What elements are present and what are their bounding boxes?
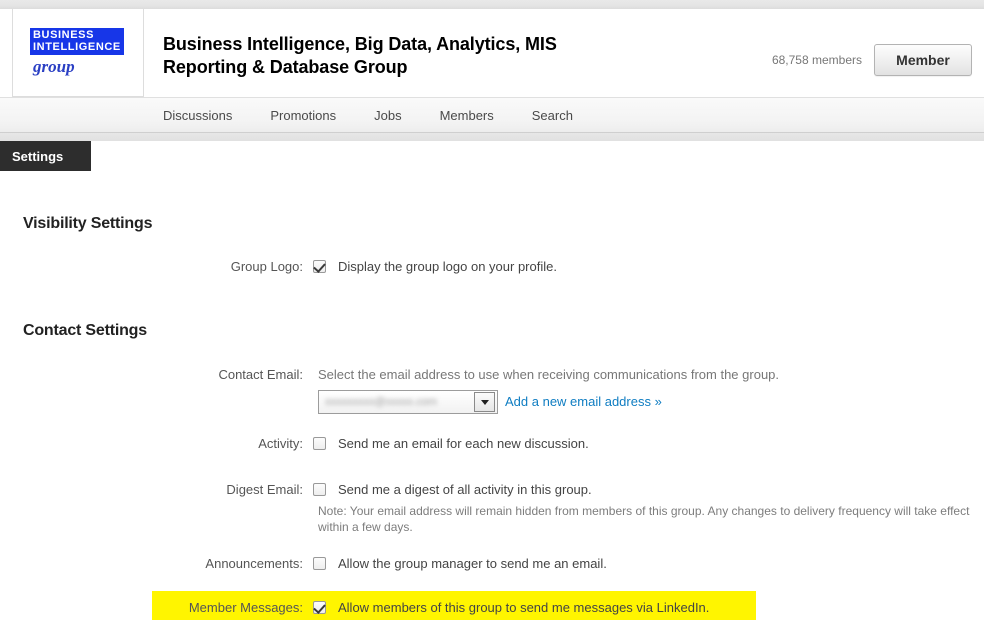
row-label-digest-email: Digest Email: xyxy=(226,482,303,497)
chevron-down-icon[interactable] xyxy=(474,392,495,412)
row-label-contact-email: Contact Email: xyxy=(218,367,303,382)
checkbox-member-messages[interactable] xyxy=(313,601,326,614)
nav-item-members[interactable]: Members xyxy=(440,108,494,123)
row-text-activity: Send me an email for each new discussion… xyxy=(338,436,589,451)
row-text-group-logo: Display the group logo on your profile. xyxy=(338,259,557,274)
row-text-member-messages: Allow members of this group to send me m… xyxy=(338,600,710,615)
nav-under-band xyxy=(0,133,984,141)
nav-items: Discussions Promotions Jobs Members Sear… xyxy=(163,98,611,132)
row-label-activity: Activity: xyxy=(258,436,303,451)
nav-item-promotions[interactable]: Promotions xyxy=(270,108,336,123)
checkbox-digest-email[interactable] xyxy=(313,483,326,496)
nav-item-discussions[interactable]: Discussions xyxy=(163,108,232,123)
logo-line-2: INTELLIGENCE xyxy=(33,40,121,53)
contact-email-select[interactable]: xxxxxxxxx@xxxxx.com xyxy=(318,390,498,414)
chevron-down-glyph xyxy=(480,399,489,405)
logo-blue-band: BUSINESS INTELLIGENCE xyxy=(30,27,124,56)
group-header: BUSINESS INTELLIGENCE group Business Int… xyxy=(0,9,984,97)
checkbox-group-logo[interactable] xyxy=(313,260,326,273)
page-title: Business Intelligence, Big Data, Analyti… xyxy=(163,34,557,78)
member-button[interactable]: Member xyxy=(874,44,972,76)
section-title-visibility: Visibility Settings xyxy=(23,215,153,232)
nav-item-search[interactable]: Search xyxy=(532,108,573,123)
add-new-email-address-link[interactable]: Add a new email address » xyxy=(505,394,662,409)
logo-line-3: group xyxy=(33,57,75,77)
logo-line-1: BUSINESS xyxy=(33,28,95,41)
top-chrome-band xyxy=(0,0,984,9)
tab-settings[interactable]: Settings xyxy=(0,141,91,171)
helper-text-contact-email: Select the email address to use when rec… xyxy=(318,367,780,382)
row-label-announcements: Announcements: xyxy=(205,556,303,571)
nav-item-jobs[interactable]: Jobs xyxy=(374,108,401,123)
row-text-digest-email: Send me a digest of all activity in this… xyxy=(338,482,592,497)
group-navbar: Discussions Promotions Jobs Members Sear… xyxy=(0,97,984,133)
group-logo: BUSINESS INTELLIGENCE group xyxy=(12,9,144,97)
settings-content: Visibility Settings Group Logo: Display … xyxy=(0,171,984,636)
section-title-contact: Contact Settings xyxy=(23,322,147,339)
group-logo-inner: BUSINESS INTELLIGENCE group xyxy=(26,27,130,78)
row-label-member-messages: Member Messages: xyxy=(188,600,303,615)
row-text-announcements: Allow the group manager to send me an em… xyxy=(338,556,607,571)
note-digest-email: Note: Your email address will remain hid… xyxy=(318,504,970,534)
row-label-group-logo: Group Logo: xyxy=(230,259,303,274)
contact-email-redacted-value: xxxxxxxxx@xxxxx.com xyxy=(325,396,438,408)
checkbox-announcements[interactable] xyxy=(313,557,326,570)
contact-email-select-value: xxxxxxxxx@xxxxx.com xyxy=(319,391,474,413)
checkbox-activity[interactable] xyxy=(313,437,326,450)
members-count: 68,758 members xyxy=(771,53,862,67)
